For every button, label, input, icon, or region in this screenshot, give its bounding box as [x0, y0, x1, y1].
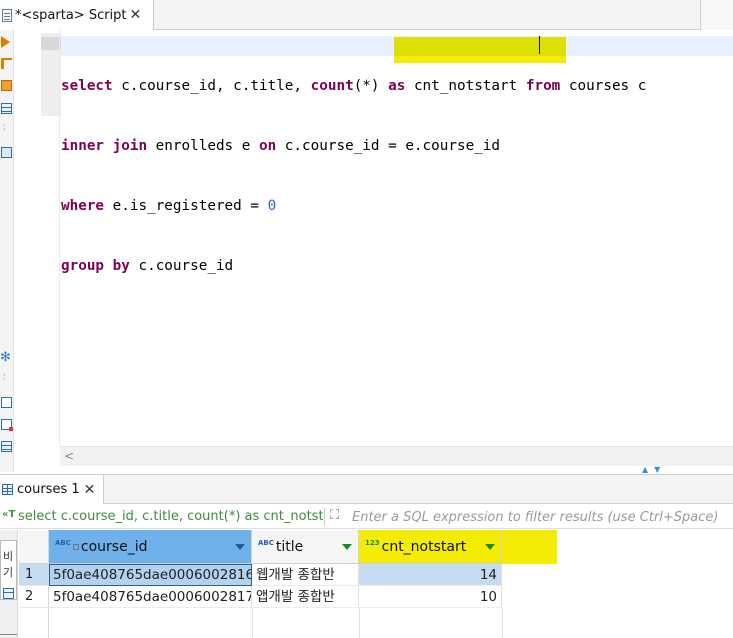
column-header-cnt-notstart[interactable]: 123 cnt_notstart — [359, 530, 502, 564]
results-tab-bar: courses 1 ✕ — [0, 474, 733, 504]
column-divider — [359, 608, 360, 638]
editor-left-toolbar: · · ✻ · · — [0, 30, 14, 472]
editor-tab-label: *<sparta> Script — [15, 7, 127, 23]
filter-input[interactable] — [352, 507, 732, 527]
editor-tab-bar: *<sparta> Script ✕ — [0, 0, 733, 30]
code-line-4: group by c.course_id — [61, 256, 646, 276]
explain-plan-icon[interactable] — [1, 80, 12, 91]
table-cell[interactable]: 웹개발 종합반 — [252, 564, 359, 586]
close-icon[interactable]: ✕ — [130, 8, 142, 22]
table-cell[interactable]: 10 — [359, 586, 502, 608]
close-icon[interactable]: ✕ — [84, 483, 96, 497]
number-type-icon: 123 — [365, 538, 380, 547]
results-grid[interactable]: ABC course_id ABC title 123 cnt_notstart… — [19, 530, 733, 638]
code-line-2: inner join enrolleds e on c.course_id = … — [61, 136, 646, 156]
code-text: (*) — [353, 78, 389, 94]
table-cell[interactable]: 앱개발 종합반 — [252, 586, 359, 608]
run-icon[interactable] — [1, 36, 10, 48]
sql-code[interactable]: select c.course_id, c.title, count(*) as… — [61, 36, 646, 316]
grid-corner — [19, 530, 49, 564]
terminal-icon[interactable] — [1, 147, 12, 158]
sort-arrow-icon[interactable] — [235, 544, 245, 550]
keyword-on: on — [258, 138, 277, 154]
text-caret — [539, 36, 540, 54]
row-number[interactable]: 1 — [19, 564, 49, 586]
column-header-title[interactable]: ABC title — [252, 530, 359, 564]
row-number[interactable]: 2 — [19, 586, 49, 608]
ruler-marker — [41, 37, 61, 50]
query-preview[interactable]: select c.course_id, c.title, count(*) as… — [18, 509, 323, 524]
table-cell[interactable]: 14 — [359, 564, 502, 586]
column-label: title — [275, 538, 304, 555]
divider — [324, 508, 325, 526]
code-text: e.is_registered = — [104, 198, 268, 214]
sort-arrow-icon[interactable] — [342, 544, 352, 550]
code-text: c.course_id = e.course_id — [276, 138, 500, 154]
editor-right-strip — [700, 0, 733, 30]
code-alias: cnt_notstart — [405, 78, 518, 94]
grid-icon[interactable] — [1, 103, 12, 114]
keyword-as: as — [388, 78, 406, 94]
filter-expand-icon[interactable]: ⛶ — [330, 508, 339, 523]
keyword-from: from — [525, 78, 561, 94]
keyword-select: select — [61, 78, 113, 94]
annotation-highlight — [502, 530, 557, 564]
editor-tab-script[interactable]: *<sparta> Script ✕ — [0, 0, 154, 30]
grid-icon[interactable] — [1, 441, 12, 452]
code-line-3: where e.is_registered = 0 — [61, 196, 646, 216]
grid-icon[interactable] — [3, 588, 14, 599]
editor-margin-line — [59, 30, 60, 446]
keyword-where: where — [61, 198, 105, 214]
split-toggle-icon[interactable]: ▲▼ — [642, 466, 666, 474]
table-cell[interactable]: 5f0ae408765dae0006002816 — [49, 564, 252, 586]
column-divider — [502, 608, 503, 638]
import-icon[interactable] — [1, 419, 13, 431]
code-line-1: select c.course_id, c.title, count(*) as… — [61, 76, 646, 96]
row-header-empty — [19, 608, 49, 638]
divider — [0, 634, 17, 635]
column-label: course_id — [80, 538, 148, 555]
sql-editor[interactable]: select c.course_id, c.title, count(*) as… — [14, 30, 733, 446]
table-cell[interactable]: 5f0ae408765dae0006002817 — [49, 586, 252, 608]
code-text: courses c — [560, 78, 647, 94]
gear-icon[interactable]: ✻ — [0, 351, 11, 364]
code-number: 0 — [267, 198, 277, 214]
text-type-icon: ABC — [258, 538, 274, 547]
keyword-group-by: group by — [61, 258, 130, 274]
key-icon — [72, 543, 79, 550]
results-tab-courses[interactable]: courses 1 ✕ — [0, 475, 104, 504]
document-icon — [2, 8, 12, 22]
filter-bar: «T select c.course_id, c.title, count(*)… — [0, 505, 733, 529]
code-text: c.course_id — [129, 258, 234, 274]
code-text: enrolleds e — [147, 138, 259, 154]
results-side-toolbar: 비 기 — [0, 530, 18, 638]
run-script-icon[interactable] — [1, 58, 12, 69]
more-icon[interactable]: · · — [3, 372, 6, 384]
code-text: c.course_id, c.title, — [112, 78, 311, 94]
grid-icon — [2, 484, 13, 495]
sql-query-icon: «T — [2, 509, 16, 520]
column-header-course-id[interactable]: ABC course_id — [49, 530, 252, 564]
export-icon[interactable] — [1, 397, 12, 408]
text-type-icon: ABC — [55, 538, 71, 547]
side-tab-label: 기 — [3, 566, 14, 579]
results-tab-label: courses 1 — [17, 482, 80, 497]
editor-horizontal-scrollbar[interactable]: < — [60, 446, 733, 466]
keyword-inner-join: inner join — [61, 138, 148, 154]
annotation-highlight — [394, 37, 566, 63]
more-icon[interactable]: · · — [3, 122, 6, 134]
column-label: cnt_notstart — [381, 538, 467, 555]
chevron-left-icon[interactable]: < — [64, 449, 74, 463]
keyword-count: count — [310, 78, 354, 94]
side-tab-label: 비 — [3, 550, 14, 563]
sort-arrow-icon[interactable] — [485, 544, 495, 550]
column-divider — [252, 608, 253, 638]
